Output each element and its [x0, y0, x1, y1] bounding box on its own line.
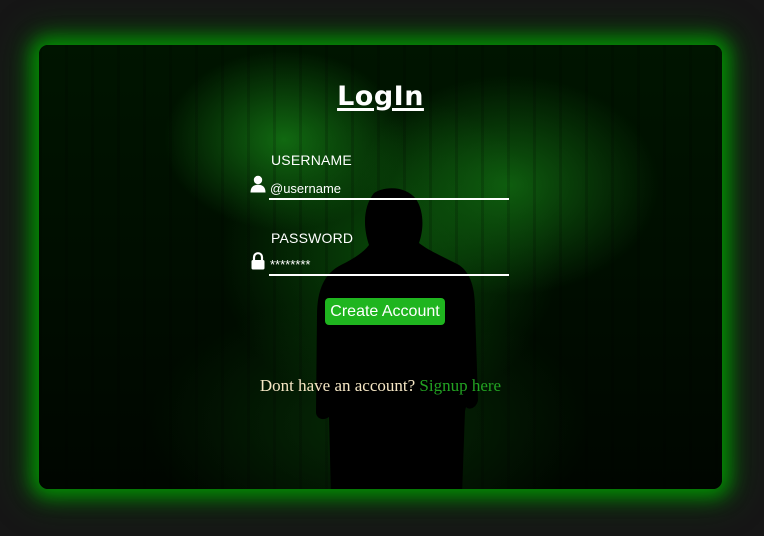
user-icon: [250, 175, 266, 193]
create-account-button[interactable]: Create Account: [325, 298, 445, 325]
signup-prompt-text: Dont have an account?: [259, 376, 416, 395]
login-card: LogIn USERNAME PASSWORD Create Account D…: [39, 45, 722, 489]
lock-icon: [251, 252, 265, 270]
page-title: LogIn: [337, 81, 424, 112]
username-label: USERNAME: [271, 152, 352, 168]
signup-link[interactable]: Signup here: [419, 376, 501, 395]
username-input[interactable]: [269, 178, 509, 200]
password-input[interactable]: [269, 254, 509, 276]
password-label: PASSWORD: [271, 230, 354, 246]
signup-prompt-line: Dont have an account? Signup here: [39, 376, 722, 396]
